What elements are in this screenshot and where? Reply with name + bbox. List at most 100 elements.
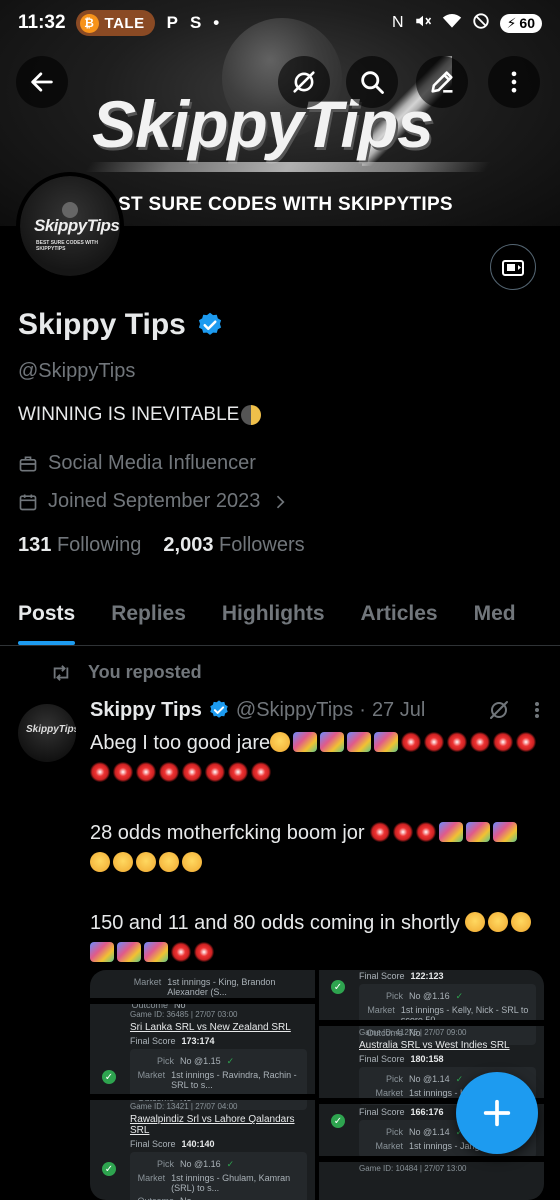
display-toggle-icon — [502, 260, 524, 276]
tab-replies[interactable]: Replies — [93, 586, 204, 645]
success-check-icon: ✓ — [102, 1162, 116, 1176]
firework-icon — [416, 822, 437, 842]
post-avatar[interactable]: SkippyTips — [18, 704, 76, 762]
p-app-icon: P — [166, 13, 178, 32]
ticket-title: Sri Lanka SRL vs New Zealand SRL — [130, 1022, 291, 1033]
pleading-face-icon — [511, 912, 532, 932]
avatar-image: SkippyTips BEST SURE CODES WITH SKIPPYTI… — [20, 176, 120, 276]
ticket-market-label: Market — [137, 1070, 166, 1080]
more-options-button[interactable] — [488, 56, 540, 108]
profile-joined[interactable]: Joined September 2023 — [18, 490, 290, 513]
ticket-final-score: 173:174 — [181, 1036, 215, 1046]
more-vertical-icon[interactable] — [529, 698, 545, 722]
ticket-pick: No @1.16 — [180, 1159, 221, 1169]
calendar-icon — [19, 494, 37, 510]
mute-icon — [414, 12, 432, 35]
status-bar: 11:32 ₿ TALE P S • N ⚡ 60 — [0, 0, 560, 46]
post-separator: · — [359, 698, 366, 721]
tab-articles[interactable]: Articles — [343, 586, 456, 645]
repost-icon — [53, 664, 69, 681]
nfc-icon: N — [392, 14, 404, 31]
profile-category: Social Media Influencer — [18, 452, 256, 475]
post-actions — [487, 698, 545, 722]
ticket-separator — [90, 998, 315, 1004]
ticket-pick: No @1.14 — [409, 1074, 450, 1084]
edit-button[interactable] — [416, 56, 468, 108]
success-check-icon: ✓ — [102, 1070, 116, 1084]
ticket-pick-label: Pick — [385, 1127, 403, 1137]
profile-tabs: Posts Replies Highlights Articles Med — [0, 586, 560, 646]
confetti-icon — [493, 822, 518, 842]
verified-badge-icon[interactable] — [196, 311, 224, 339]
tab-media[interactable]: Med — [456, 586, 534, 645]
ticket-separator — [90, 1094, 315, 1100]
tale-label: TALE — [104, 14, 145, 32]
post-author-name[interactable]: Skippy Tips — [90, 699, 202, 722]
tab-posts[interactable]: Posts — [0, 586, 93, 645]
grok-icon[interactable] — [487, 698, 511, 722]
more-vertical-icon — [511, 71, 517, 93]
ticket-game-id: Game ID: 36485 | 27/07 03:00 — [130, 1010, 238, 1019]
avatar-title: SkippyTips — [34, 216, 120, 235]
tab-highlights[interactable]: Highlights — [204, 586, 343, 645]
followers-link[interactable]: 2,003 Followers — [163, 534, 304, 557]
category-text: Social Media Influencer — [48, 452, 256, 474]
ticket-market-label: Market — [375, 1141, 403, 1151]
success-check-icon: ✓ — [331, 1114, 345, 1128]
post-line-2: 28 odds motherfcking boom jor — [90, 822, 365, 844]
followers-label: Followers — [219, 534, 305, 556]
check-mark-icon: ✓ — [455, 1074, 464, 1084]
compose-post-button[interactable] — [456, 1072, 538, 1154]
profile-avatar[interactable]: SkippyTips BEST SURE CODES WITH SKIPPYTI… — [16, 172, 124, 280]
firework-icon — [205, 762, 225, 782]
media-image-left[interactable]: Market 1st innings - King, Brandon Alexan… — [90, 970, 315, 1200]
ticket-game-id: Game ID: 10484 | 27/07 13:00 — [359, 1164, 467, 1173]
following-count: 131 — [18, 534, 52, 556]
post-paragraph-2: 28 odds motherfcking boom jor — [90, 818, 540, 878]
ticket-title: Australia SRL vs West Indies SRL — [359, 1040, 510, 1051]
firework-icon — [228, 762, 248, 782]
banner-stripe — [85, 162, 491, 172]
avatar-subtitle: BEST SURE CODES WITH SKIPPYTIPS — [36, 240, 98, 252]
firework-icon — [370, 822, 391, 842]
post-header: Skippy Tips @SkippyTips · 27 Jul — [90, 698, 545, 722]
following-link[interactable]: 131 Following — [18, 534, 141, 557]
s-app-icon: S — [189, 13, 202, 32]
ticket-market: 1st innings - Ghulam, Kamran (SRL) to s.… — [171, 1173, 291, 1193]
grok-icon — [293, 71, 315, 93]
confetti-icon — [293, 732, 318, 752]
confetti-icon — [90, 942, 114, 962]
grok-button[interactable] — [278, 56, 330, 108]
check-mark-icon: ✓ — [455, 991, 464, 1001]
bet-ticket: Game ID: 13421 | 27/07 04:00 Rawalpindiz… — [90, 1102, 315, 1200]
post-line-1: Abeg I too good jare — [90, 732, 271, 754]
ticket-final-label: Final Score — [359, 1107, 405, 1117]
ticket-final-label: Final Score — [359, 1054, 405, 1064]
pleading-face-icon — [488, 912, 509, 932]
firework-icon — [251, 762, 271, 782]
ticket-outcome: No — [180, 1196, 192, 1200]
ticket-final-label: Final Score — [130, 1139, 176, 1149]
confetti-icon — [439, 822, 464, 842]
pleading-face-icon — [270, 732, 291, 752]
profile-bio: WINNING IS INEVITABLE — [18, 404, 262, 426]
ticket-separator — [319, 1020, 544, 1026]
confetti-icon — [117, 942, 141, 962]
post-date: 27 Jul — [371, 698, 426, 721]
toggle-display-button[interactable] — [490, 244, 536, 290]
bet-ticket: Game ID: 10484 | 27/07 13:00 — [319, 1164, 544, 1173]
pleading-face-icon — [182, 852, 202, 872]
ticket-final-score: 166:176 — [410, 1107, 444, 1117]
ticket-final-score: 122:123 — [410, 971, 444, 981]
plus-icon — [483, 1099, 511, 1127]
firework-icon — [182, 762, 202, 782]
pleading-face-icon — [159, 852, 179, 872]
dnd-icon — [472, 12, 490, 35]
arrow-left-icon — [31, 72, 53, 92]
status-time: 11:32 — [18, 12, 66, 33]
ticket-pick-label: Pick — [156, 1056, 174, 1066]
ticket-pick-label: Pick — [156, 1159, 174, 1169]
back-button[interactable] — [16, 56, 68, 108]
check-mark-icon: ✓ — [226, 1056, 235, 1066]
search-button[interactable] — [346, 56, 398, 108]
